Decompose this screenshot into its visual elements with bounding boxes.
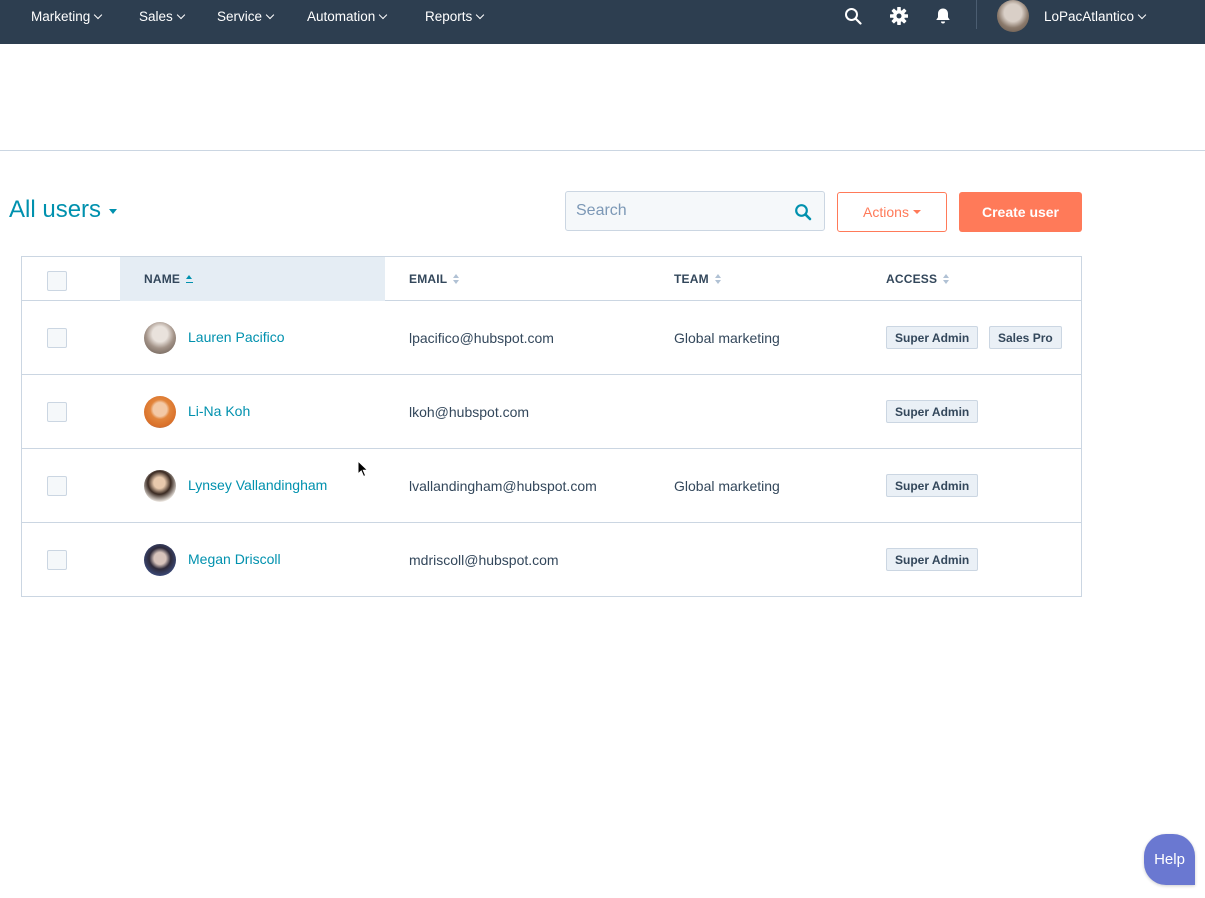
page-title: All users [9,196,102,223]
table-row: Li-Na Koh lkoh@hubspot.com Super Admin [22,375,1081,449]
nav-automation-label: Automation [307,8,376,24]
sort-icon [453,274,460,284]
column-header-label: TEAM [674,272,709,286]
table-row: Lauren Pacifico lpacifico@hubspot.com Gl… [22,301,1081,375]
nav-reports-label: Reports [425,8,473,24]
nav-reports[interactable]: Reports [425,0,485,32]
account-avatar[interactable] [997,0,1029,32]
search-icon[interactable] [794,203,812,221]
actions-button-label: Actions [863,204,909,220]
bell-icon[interactable] [932,5,954,27]
avatar [144,470,176,502]
nav-service-label: Service [217,8,263,24]
search-icon[interactable] [842,5,864,27]
table-row: Lynsey Vallandingham lvallandingham@hubs… [22,449,1081,523]
top-navigation: Marketing Sales Service Automation Repor… [0,0,1205,44]
column-header-label: NAME [144,272,181,286]
chevron-down-icon [476,10,485,19]
user-name-link[interactable]: Megan Driscoll [188,551,281,567]
column-header-label: ACCESS [886,272,938,286]
chevron-down-icon [265,10,275,19]
chevron-down-icon [1137,10,1147,19]
user-email: lkoh@hubspot.com [409,404,530,420]
nav-marketing-label: Marketing [31,8,91,24]
column-header-team[interactable]: TEAM [674,257,721,301]
access-badge: Sales Pro [989,326,1062,349]
account-menu[interactable]: LoPacAtlantico [1044,0,1147,32]
chevron-down-icon [379,10,388,19]
avatar [144,544,176,576]
chevron-down-icon [176,10,186,19]
create-user-button-label: Create user [981,204,1060,220]
user-name-link[interactable]: Lynsey Vallandingham [188,477,327,493]
column-header-name[interactable]: NAME [144,257,194,301]
user-email: lvallandingham@hubspot.com [409,478,597,494]
row-checkbox[interactable] [47,550,67,570]
user-team: Global marketing [674,330,780,346]
user-name-link[interactable]: Lauren Pacifico [188,329,285,345]
access-badge: Super Admin [886,326,979,349]
nav-sales[interactable]: Sales [139,0,186,32]
nav-sales-label: Sales [139,8,173,24]
user-email: mdriscoll@hubspot.com [409,552,559,568]
access-badge: Super Admin [886,548,979,571]
sort-icon [714,274,721,284]
mouse-cursor-icon [357,460,369,478]
avatar [144,322,176,354]
user-email: lpacifico@hubspot.com [409,330,554,346]
row-checkbox[interactable] [47,402,67,422]
avatar [144,396,176,428]
column-header-email[interactable]: EMAIL [409,257,460,301]
table-row: Megan Driscoll mdriscoll@hubspot.com Sup… [22,523,1081,597]
users-view-selector[interactable]: All users [9,196,118,224]
actions-button[interactable]: Actions [837,192,947,232]
table-header: NAME EMAIL TEAM ACCESS [22,257,1081,301]
account-name: LoPacAtlantico [1044,8,1135,24]
user-name-link[interactable]: Li-Na Koh [188,403,250,419]
create-user-button[interactable]: Create user [959,192,1082,232]
help-button-label: Help [1154,851,1185,868]
chevron-down-icon [94,10,103,19]
row-checkbox[interactable] [47,328,67,348]
column-header-access[interactable]: ACCESS [886,257,950,301]
sort-ascending-icon [186,275,194,283]
sort-icon [943,274,950,284]
caret-down-icon [109,208,118,214]
nav-automation[interactable]: Automation [307,0,388,32]
caret-down-icon [912,210,921,214]
access-badge: Super Admin [886,474,979,497]
users-table: NAME EMAIL TEAM ACCESS Lauren Pacifico l… [21,256,1082,597]
user-team: Global marketing [674,478,780,494]
help-button[interactable]: Help [1144,834,1195,885]
gear-icon[interactable] [888,5,910,27]
header-divider [0,150,1205,151]
select-all-checkbox[interactable] [47,271,67,291]
nav-divider [976,0,977,29]
access-badge: Super Admin [886,400,979,423]
nav-service[interactable]: Service [217,0,275,32]
column-header-label: EMAIL [409,272,448,286]
nav-marketing[interactable]: Marketing [31,0,103,32]
search-box [565,191,825,231]
row-checkbox[interactable] [47,476,67,496]
search-input[interactable] [566,202,776,220]
